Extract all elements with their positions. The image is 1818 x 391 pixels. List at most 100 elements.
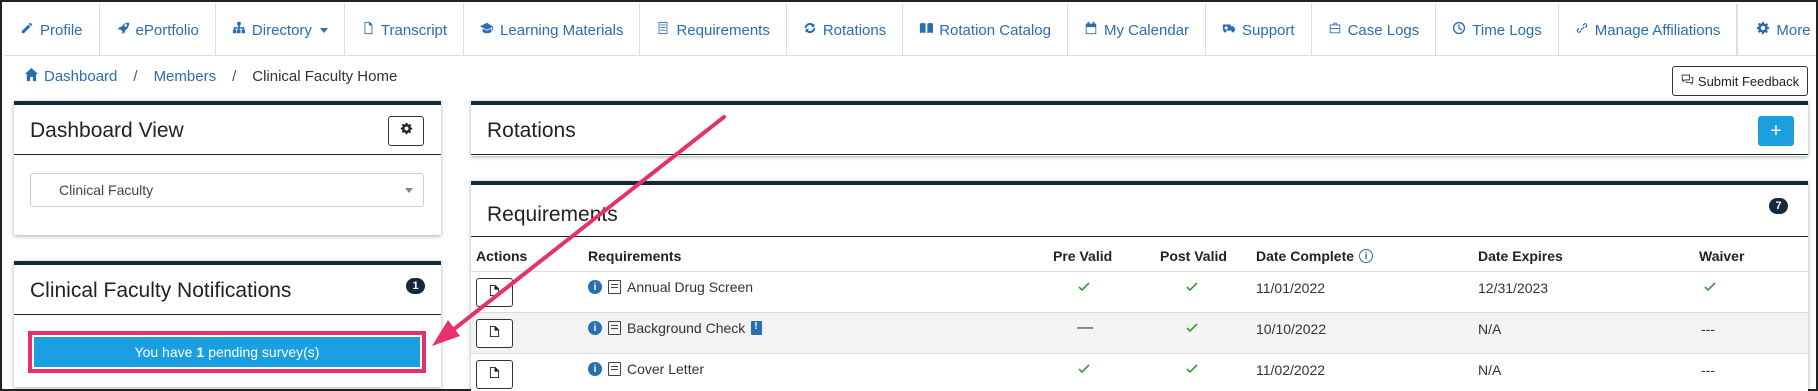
view-document-button[interactable] [476,360,513,389]
nav-time-logs[interactable]: Time Logs [1436,4,1559,56]
rocket-icon [116,21,130,39]
nav-eportfolio[interactable]: ePortfolio [100,4,216,56]
file-icon [489,325,500,343]
column-header: Post Valid [1160,248,1227,264]
view-document-button[interactable] [476,278,513,307]
dashboard-view-panel: Dashboard View Clinical Faculty [14,101,441,235]
book-icon [608,362,621,376]
view-document-button[interactable] [476,319,513,348]
info-icon[interactable]: i [588,280,602,294]
dashboard-settings-button[interactable] [388,116,424,146]
info-circle-icon[interactable]: i [1359,249,1374,263]
nav-directory[interactable]: Directory [216,4,345,56]
nav-case-logs[interactable]: Case Logs [1312,4,1437,56]
date-complete: 10/10/2022 [1256,321,1327,337]
table-row: i Background Check — 10/10/2022 N/A --- [471,312,1808,353]
panel-divider [471,154,1808,155]
survey-suffix: pending survey(s) [208,344,320,360]
nav-support[interactable]: Support [1206,4,1312,56]
rotations-panel: Rotations + [471,101,1808,156]
home-icon [24,67,39,86]
check-icon [1077,280,1091,297]
column-header: Waiver [1699,248,1745,264]
nav-manage-affiliations[interactable]: Manage Affiliations [1559,4,1738,56]
notifications-title: Clinical Faculty Notifications [30,279,292,302]
notifications-panel: Clinical Faculty Notifications 1 You hav… [14,261,441,387]
check-icon [1703,280,1717,297]
nav-more[interactable]: More [1737,4,1818,56]
nav-label: Transcript [380,21,448,39]
date-expires: 12/31/2023 [1478,280,1549,296]
column-header-date-complete: Date Complete i [1256,248,1374,264]
check-icon [1185,362,1199,379]
breadcrumb-current: Clinical Faculty Home [252,67,398,85]
nav-profile[interactable]: Profile [4,4,100,56]
waiver: --- [1701,321,1715,337]
nav-label: My Calendar [1103,21,1190,39]
column-header: Pre Valid [1053,248,1113,264]
nav-requirements[interactable]: Requirements [640,4,787,56]
waiver: --- [1701,362,1715,378]
add-rotation-button[interactable]: + [1758,116,1794,146]
nav-label: Directory [251,21,312,39]
dashboard-view-select[interactable]: Clinical Faculty [30,173,424,207]
nav-my-calendar[interactable]: My Calendar [1068,4,1207,56]
info-icon[interactable]: i [588,321,602,335]
breadcrumb-separator: / [232,67,237,85]
requirement-label[interactable]: Background Check [627,320,745,336]
nav-transcript[interactable]: Transcript [345,4,465,56]
nav-rotation-catalog[interactable]: Rotation Catalog [903,4,1068,56]
notifications-count-badge: 1 [406,278,425,294]
breadcrumb: Dashboard / Members / Clinical Faculty H… [24,66,397,86]
panel-divider [14,154,441,155]
column-header-label: Date Complete [1256,248,1355,264]
submit-feedback-label: Submit Feedback [1697,73,1800,89]
nav-label: ePortfolio [135,21,199,39]
clock-icon [1452,21,1466,39]
nav-label: Profile [40,21,83,39]
gear-icon [400,122,413,140]
date-expires: N/A [1478,362,1502,378]
survey-count: 1 [196,344,205,360]
nav-label: Support [1242,21,1295,39]
requirements-panel: Requirements 7 Actions Requirements Pre … [471,181,1808,391]
nav-label: Time Logs [1472,21,1542,39]
nav-learning-materials[interactable]: Learning Materials [464,4,641,56]
list-icon [656,21,670,39]
breadcrumb-members[interactable]: Members [154,68,217,85]
file-icon [361,21,375,39]
link-icon [1575,21,1589,39]
book-open-icon [919,21,934,39]
survey-prefix: You have [134,344,193,360]
caret-down-icon [405,188,413,193]
dashboard-view-title: Dashboard View [30,119,184,142]
nav-rotations[interactable]: Rotations [787,4,904,56]
survey-highlight-box: You have 1 pending survey(s) [28,331,426,373]
pending-survey-button[interactable]: You have 1 pending survey(s) [34,337,420,367]
file-icon [489,284,500,302]
check-icon [1077,362,1091,379]
panel-divider [471,236,1808,237]
column-header: Actions [476,248,528,264]
requirement-name: i Annual Drug Screen [588,279,753,295]
nav-label: Requirements [676,21,770,39]
column-header: Requirements [588,248,682,264]
dashboard-view-selected: Clinical Faculty [59,182,154,198]
nav-label: More [1776,21,1811,39]
requirements-count-badge: 7 [1769,198,1788,214]
column-header: Date Expires [1478,248,1563,264]
book-icon [608,280,621,294]
ambulance-icon [1222,21,1236,39]
alert-icon[interactable] [751,321,763,335]
info-icon[interactable]: i [588,362,602,376]
table-header-row: Actions Requirements Pre Valid Post Vali… [471,240,1808,271]
submit-feedback-button[interactable]: Submit Feedback [1672,66,1808,96]
calendar-icon [1084,21,1098,39]
requirement-label[interactable]: Cover Letter [627,361,704,377]
nav-label: Rotations [822,21,887,39]
file-icon [489,366,500,384]
date-expires: N/A [1478,321,1502,337]
requirement-label[interactable]: Annual Drug Screen [627,279,753,295]
refresh-icon [803,21,817,39]
breadcrumb-dashboard[interactable]: Dashboard [24,67,117,86]
